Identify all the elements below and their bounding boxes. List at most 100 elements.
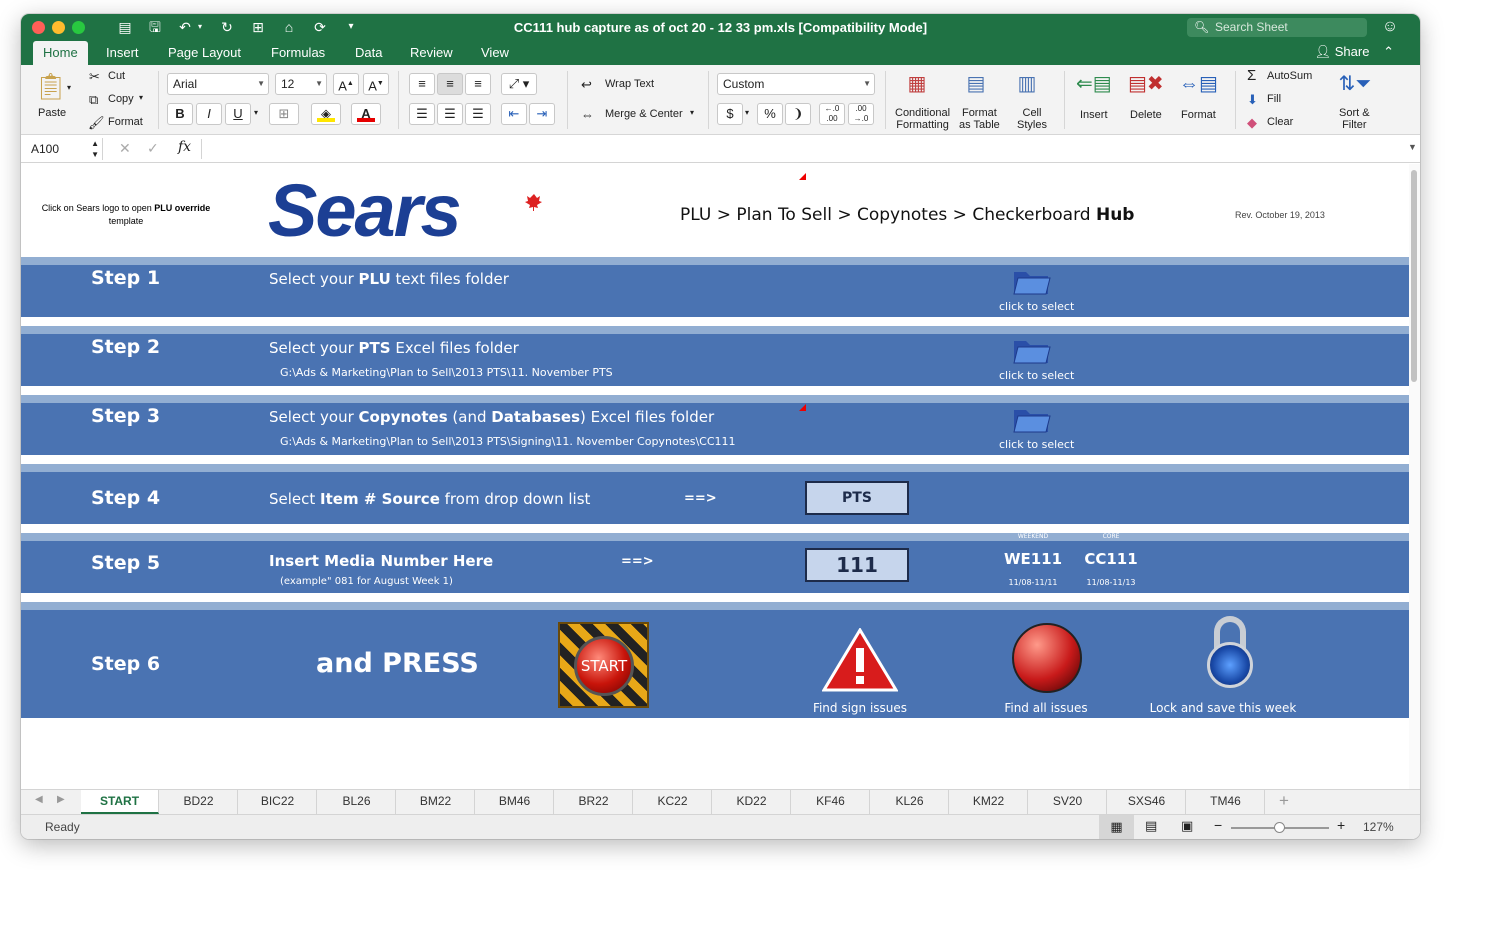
format-painter-icon[interactable]: 🖌︎ [88,115,105,131]
minimize-window-icon[interactable] [52,21,65,34]
sort-filter-button[interactable]: Sort & Filter [1339,107,1370,131]
refresh-icon[interactable]: ⟳ [311,18,329,36]
globe-icon[interactable] [1012,623,1082,693]
customize-toolbar-icon[interactable]: ▾ [342,18,360,36]
comment-indicator-icon[interactable] [799,173,806,180]
font-color-button[interactable]: A [351,103,381,125]
format-as-table-button[interactable]: Format as Table [959,107,1000,131]
sheet-tab-bd22[interactable]: BD22 [160,790,238,814]
share-button[interactable]: 👤︎ Share ⌃ [1315,41,1394,65]
zoom-in-icon[interactable]: + [1337,817,1345,833]
sheet-tab-sxs46[interactable]: SXS46 [1108,790,1186,814]
sheet-tab-start[interactable]: START [81,790,159,814]
smiley-feedback-icon[interactable]: ☺ [1381,18,1399,36]
comma-style-button[interactable]: ❩ [785,103,811,125]
zoom-slider[interactable] [1231,822,1329,833]
folder-icon[interactable] [1012,333,1052,365]
zoom-slider-thumb[interactable] [1274,822,1285,833]
align-bottom-button[interactable]: ≡ [465,73,491,95]
insert-cells-icon[interactable]: ⇐▤ [1076,71,1112,96]
sheet-tab-km22[interactable]: KM22 [950,790,1028,814]
copy-dropdown-icon[interactable]: ▾ [139,93,143,102]
format-cells-icon[interactable]: ⇔▤ [1179,71,1218,96]
add-sheet-icon[interactable]: + [1279,791,1289,811]
increase-decimal-button[interactable]: ←.0.00 [819,103,845,125]
sheet-tab-kc22[interactable]: KC22 [634,790,712,814]
copy-icon[interactable]: ⧉ [89,92,98,108]
folder-icon[interactable] [1012,264,1052,296]
format-as-table-icon[interactable]: ▤ [961,71,991,96]
fill-color-button[interactable]: ◈ [311,103,341,125]
decrease-font-button[interactable]: A▼ [363,73,389,95]
number-format-select[interactable]: Custom ▼ [717,73,875,95]
insert-function-button[interactable]: fx [178,139,191,155]
lock-save-week-link[interactable]: Lock and save this week [1142,701,1304,715]
conditional-formatting-button[interactable]: Conditional Formatting [895,107,950,131]
padlock-icon[interactable] [1207,616,1253,696]
sheet-tab-bm22[interactable]: BM22 [397,790,475,814]
underline-button[interactable]: U [225,103,251,125]
sort-filter-icon[interactable]: ⇅⏷ [1338,71,1372,96]
cut-button[interactable]: Cut [108,70,125,82]
tab-review[interactable]: Review [400,41,463,65]
zoom-out-icon[interactable]: − [1214,817,1222,833]
vertical-scrollbar[interactable] [1409,164,1420,789]
cell-styles-icon[interactable]: ▥ [1012,71,1042,96]
borders-button[interactable]: ⊞ [269,103,299,125]
sheet-tab-tm46[interactable]: TM46 [1187,790,1265,814]
find-all-issues-link[interactable]: Find all issues [971,701,1121,715]
warning-icon[interactable] [822,628,898,692]
currency-dropdown-icon[interactable]: ▾ [745,108,749,117]
italic-button[interactable]: I [196,103,222,125]
folder-icon[interactable] [1012,402,1052,434]
name-box[interactable]: A100 ▲ ▼ [21,138,103,160]
decrease-decimal-button[interactable]: .00 →.0 [848,103,874,125]
clear-button[interactable]: Clear [1267,116,1293,128]
macro-icon[interactable]: ⊞ [249,18,267,36]
page-layout-view-icon[interactable]: ▤ [1145,818,1157,834]
normal-view-icon[interactable]: ▦ [1099,815,1134,839]
scissors-icon[interactable]: ✂ [89,69,100,85]
format-cells-button[interactable]: Format [1181,109,1216,121]
tab-insert[interactable]: Insert [96,41,149,65]
step-3-select-link[interactable]: click to select [999,438,1074,451]
zoom-window-icon[interactable] [72,21,85,34]
copy-button[interactable]: Copy [108,93,134,105]
sheet-tab-kl26[interactable]: KL26 [871,790,949,814]
undo-dropdown-icon[interactable]: ▾ [191,18,209,36]
paste-icon[interactable]: 📋︎ [34,71,67,101]
paste-dropdown-icon[interactable]: ▾ [67,83,71,92]
merge-center-button[interactable]: Merge & Center [605,108,683,120]
underline-dropdown-icon[interactable]: ▾ [254,108,258,117]
redo-icon[interactable]: ↻ [218,18,236,36]
collapse-ribbon-icon[interactable]: ⌃ [1383,44,1394,59]
sidebar-toggle-icon[interactable]: ▤ [116,18,134,36]
next-sheet-icon[interactable]: ▶ [57,794,65,805]
align-left-button[interactable]: ☰ [409,103,435,125]
font-name-select[interactable]: Arial ▼ [167,73,269,95]
tab-page-layout[interactable]: Page Layout [158,41,251,65]
increase-font-button[interactable]: A▲ [333,73,359,95]
format-painter-button[interactable]: Format [108,116,143,128]
bold-button[interactable]: B [167,103,193,125]
comment-indicator-icon[interactable] [799,404,806,411]
sheet-tab-bl26[interactable]: BL26 [318,790,396,814]
tab-home[interactable]: Home [33,41,88,65]
tab-formulas[interactable]: Formulas [261,41,335,65]
increase-indent-button[interactable]: ⇥ [529,103,555,125]
font-size-select[interactable]: 12 ▼ [275,73,327,95]
start-button[interactable]: START [558,622,649,708]
step-2-select-link[interactable]: click to select [999,369,1074,382]
confirm-formula-icon[interactable]: ✓ [147,140,159,157]
sheet-tab-bic22[interactable]: BIC22 [239,790,317,814]
cancel-formula-icon[interactable]: ✕ [119,140,131,157]
sheet-tab-kd22[interactable]: KD22 [713,790,791,814]
delete-cells-button[interactable]: Delete [1130,109,1162,121]
tab-view[interactable]: View [471,41,519,65]
sears-logo[interactable]: Sears [266,169,556,252]
previous-sheet-icon[interactable]: ◀ [35,794,43,805]
align-right-button[interactable]: ☰ [465,103,491,125]
home-icon[interactable]: ⌂ [280,18,298,36]
step-1-select-link[interactable]: click to select [999,300,1074,313]
close-window-icon[interactable] [32,21,45,34]
